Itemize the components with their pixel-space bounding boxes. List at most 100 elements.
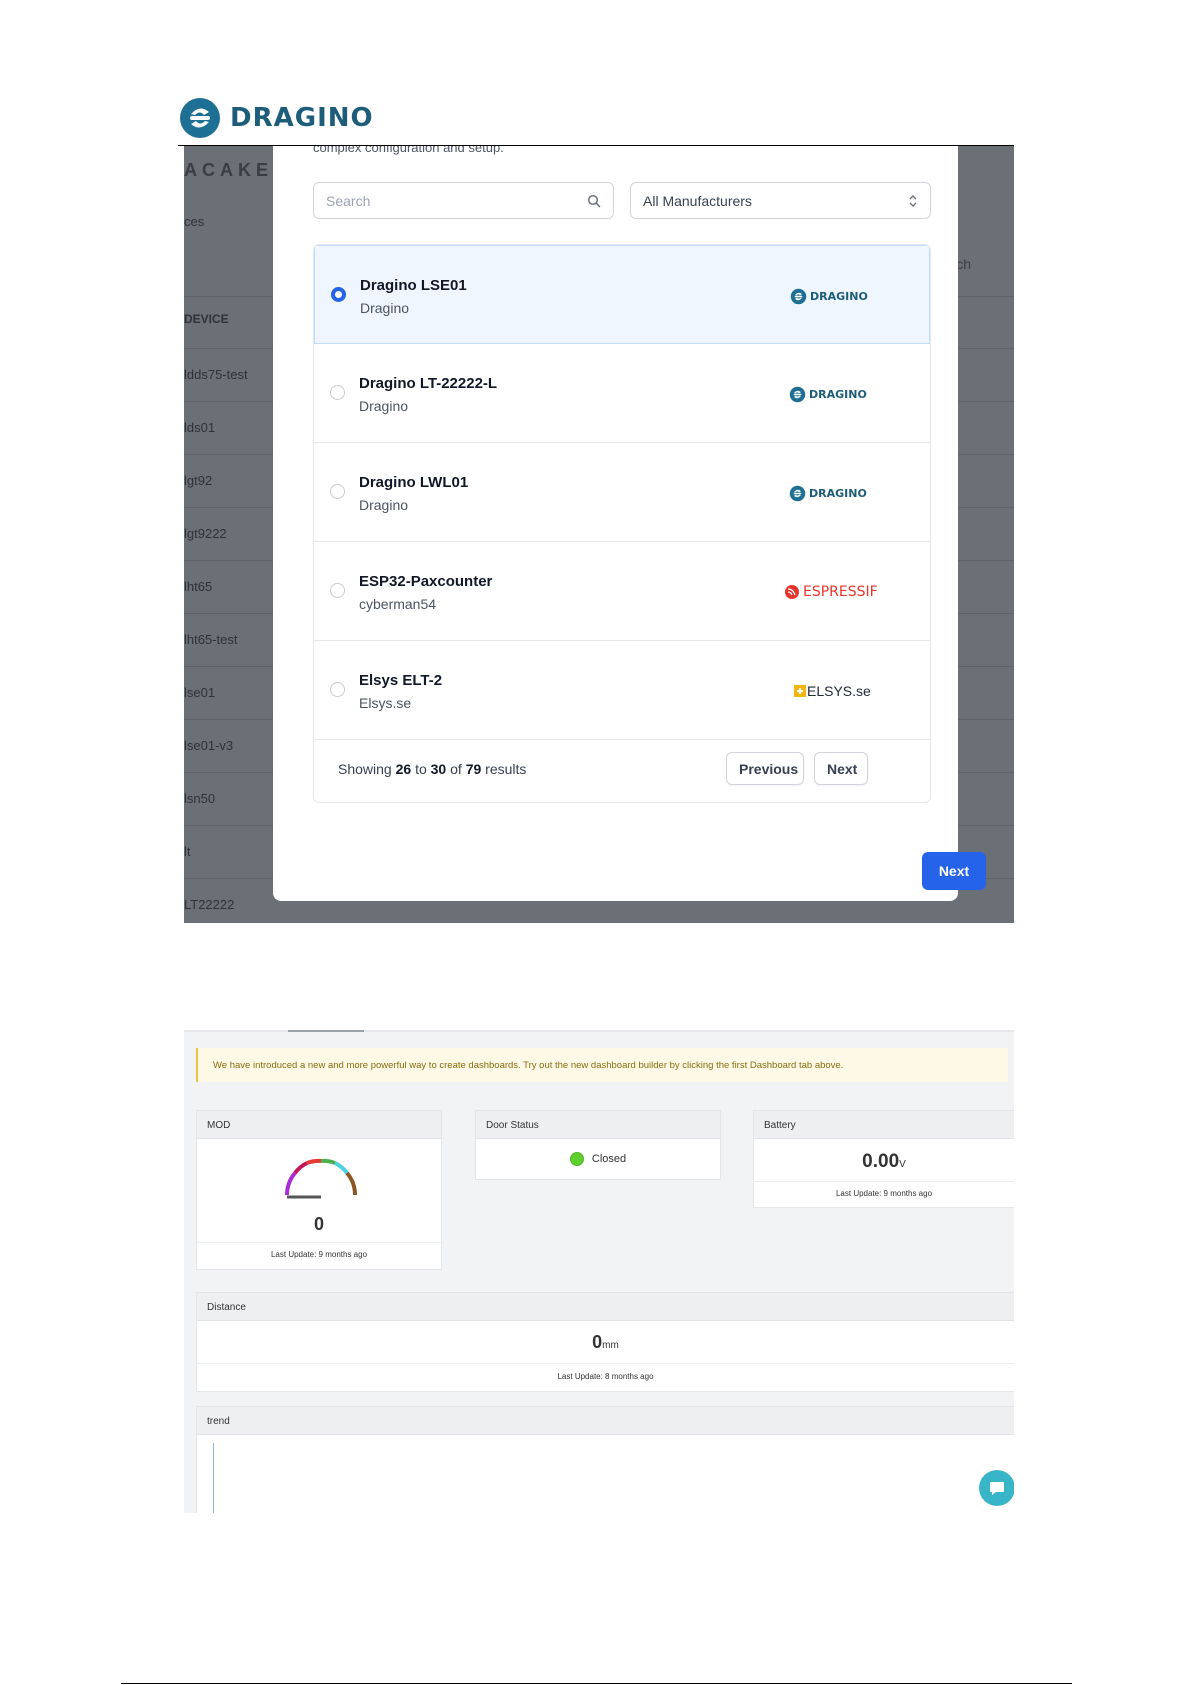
mod-widget: MOD 0 Last Update: 9 months ago xyxy=(196,1110,442,1270)
background-device-row[interactable]: lse01 xyxy=(184,685,215,700)
battery-value-row: 0.00V xyxy=(754,1151,1014,1173)
pagination-summary: Showing 26 to 30 of 79 results xyxy=(338,761,526,777)
manufacturer-select[interactable]: All Manufacturers xyxy=(630,182,931,219)
search-icon xyxy=(587,194,601,208)
select-chevron-icon xyxy=(909,194,917,207)
next-step-button[interactable]: Next xyxy=(922,852,986,890)
template-manufacturer: Dragino xyxy=(359,398,409,414)
widget-title: Battery xyxy=(754,1111,1014,1139)
background-device-row[interactable]: lgt92 xyxy=(184,473,212,488)
template-manufacturer: cyberman54 xyxy=(359,596,437,612)
battery-value: 0.00 xyxy=(862,1151,900,1172)
dragino-logo: DRAGINO xyxy=(789,483,867,503)
modal-intro-text: complex configuration and setup. xyxy=(313,146,504,155)
active-tab-indicator xyxy=(288,1030,364,1032)
template-item[interactable]: ESP32-Paxcounter cyberman54 ESPRESSIF xyxy=(314,542,930,641)
distance-value: 0 xyxy=(592,1332,603,1352)
background-device-row[interactable]: ldds75-test xyxy=(184,367,248,382)
widget-divider xyxy=(197,1242,441,1243)
next-page-button[interactable]: Next xyxy=(814,752,868,785)
dashboard-notice: We have introduced a new and more powerf… xyxy=(196,1048,1008,1082)
trend-widget: trend xyxy=(196,1406,1014,1513)
pagination: Showing 26 to 30 of 79 results Previous … xyxy=(314,740,930,802)
device-dashboard-screenshot: We have introduced a new and more powerf… xyxy=(184,1030,1014,1513)
dragino-logo-text: DRAGINO xyxy=(809,486,867,500)
status-dot-icon xyxy=(569,1152,584,1166)
template-radio[interactable] xyxy=(330,484,345,499)
dragino-logo-text: DRAGINO xyxy=(809,387,867,401)
chat-button[interactable] xyxy=(979,1470,1014,1506)
elsys-logo-icon xyxy=(794,685,806,697)
template-name: ESP32-Paxcounter xyxy=(359,573,493,590)
template-name: Elsys ELT-2 xyxy=(359,672,443,689)
background-device-row[interactable]: lse01-v3 xyxy=(184,738,233,753)
document-brand-text: DRAGINO xyxy=(230,103,374,133)
pagination-to-label: to xyxy=(415,761,427,777)
background-device-row[interactable]: lds01 xyxy=(184,420,215,435)
pagination-from: 26 xyxy=(395,761,412,777)
previous-page-button[interactable]: Previous xyxy=(726,752,804,785)
dragino-logo-icon xyxy=(789,386,806,402)
search-placeholder: Search xyxy=(326,192,371,209)
template-item[interactable]: Dragino LSE01 Dragino DRAGINO xyxy=(314,245,930,344)
pagination-total: 79 xyxy=(465,761,482,777)
door-status-value: Closed xyxy=(591,1153,627,1165)
background-device-row[interactable]: lgt9222 xyxy=(184,526,227,541)
distance-value-row: 0mm xyxy=(197,1332,1014,1353)
pagination-results-label: results xyxy=(485,761,527,777)
distance-unit: mm xyxy=(602,1340,619,1351)
template-manufacturer: Elsys.se xyxy=(359,695,412,711)
background-device-row[interactable]: lht65-test xyxy=(184,632,237,647)
document-brand-logo: DRAGINO xyxy=(178,94,388,142)
template-search-input[interactable]: Search xyxy=(313,182,614,219)
widget-title: trend xyxy=(197,1407,1014,1435)
widget-title: MOD xyxy=(197,1111,441,1139)
template-name: Dragino LSE01 xyxy=(360,277,467,294)
background-device-row[interactable]: LT22222 xyxy=(184,897,234,912)
background-column-header: DEVICE xyxy=(184,312,229,326)
dragino-logo-icon xyxy=(789,485,806,501)
device-template-modal: complex configuration and setup. Search … xyxy=(273,146,986,901)
dragino-logo: DRAGINO xyxy=(790,286,868,306)
pagination-of-label: of xyxy=(450,761,462,777)
template-list: Dragino LSE01 Dragino DRAGINO Dragino LT… xyxy=(313,244,931,803)
background-device-row[interactable]: lsn50 xyxy=(184,791,215,806)
espressif-logo: ESPRESSIF xyxy=(784,582,878,602)
mod-value: 0 xyxy=(313,1214,324,1234)
last-update: Last Update: 9 months ago xyxy=(835,1189,933,1198)
espressif-logo-text: ESPRESSIF xyxy=(803,584,878,600)
template-item[interactable]: Dragino LT-22222-L Dragino DRAGINO xyxy=(314,344,930,443)
gauge-icon xyxy=(284,1158,358,1199)
battery-unit: V xyxy=(899,1159,906,1170)
last-update: Last Update: 9 months ago xyxy=(270,1250,368,1259)
template-radio-selected[interactable] xyxy=(331,287,346,302)
template-manufacturer: Dragino xyxy=(359,497,409,513)
background-breadcrumb: ces xyxy=(184,214,205,229)
template-name: Dragino LWL01 xyxy=(359,474,469,491)
widget-divider xyxy=(754,1181,1014,1182)
template-item[interactable]: Dragino LWL01 Dragino DRAGINO xyxy=(314,443,930,542)
last-update: Last Update: 8 months ago xyxy=(557,1372,654,1381)
elsys-logo: ELSYS.se xyxy=(794,681,871,701)
widget-divider xyxy=(197,1363,1014,1364)
door-status-widget: Door Status Closed xyxy=(475,1110,721,1180)
footer-divider xyxy=(121,1683,1072,1684)
template-radio[interactable] xyxy=(330,583,345,598)
dragino-logo-icon xyxy=(180,98,220,138)
espressif-logo-icon xyxy=(785,585,799,599)
background-device-row[interactable]: lt xyxy=(184,844,191,859)
elsys-logo-text: ELSYS.se xyxy=(807,683,871,699)
background-device-row[interactable]: lht65 xyxy=(184,579,212,594)
chat-bubble-icon xyxy=(990,1482,1004,1495)
widget-title: Door Status xyxy=(476,1111,720,1139)
pagination-showing-label: Showing xyxy=(338,761,392,777)
device-template-screenshot: ACAKE ces earch DEVICE ldds75-test lds01… xyxy=(184,146,1014,923)
template-radio[interactable] xyxy=(330,385,345,400)
template-radio[interactable] xyxy=(330,682,345,697)
distance-widget: Distance 0mm Last Update: 8 months ago xyxy=(196,1292,1014,1392)
widget-title: Distance xyxy=(197,1293,1014,1321)
background-app-brand: ACAKE xyxy=(184,160,274,180)
template-item[interactable]: Elsys ELT-2 Elsys.se ELSYS.se xyxy=(314,641,930,740)
manufacturer-select-value: All Manufacturers xyxy=(643,192,752,209)
battery-widget: Battery 0.00V Last Update: 9 months ago xyxy=(753,1110,1014,1208)
